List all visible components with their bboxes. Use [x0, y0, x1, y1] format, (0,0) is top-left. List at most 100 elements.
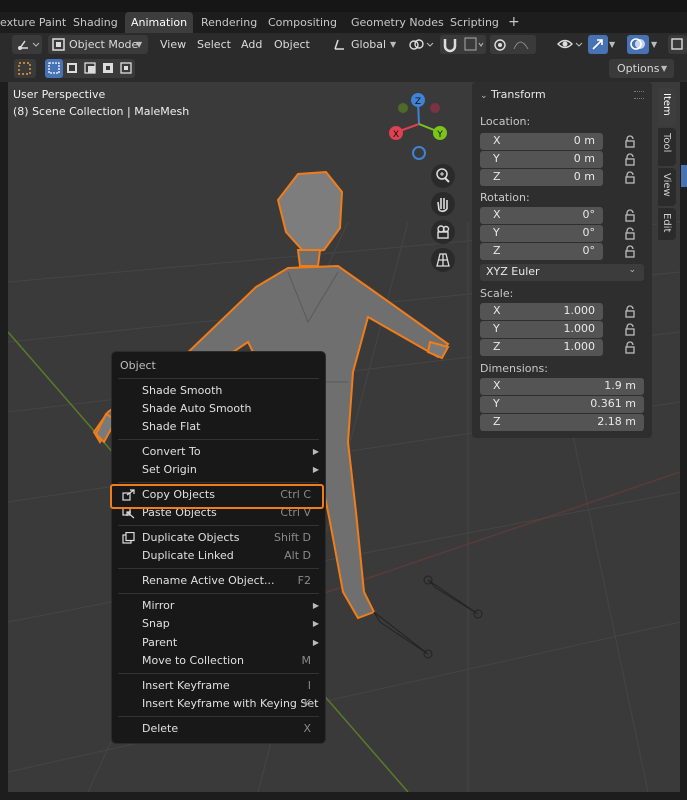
zoom-button[interactable] [431, 164, 455, 188]
sidebar-tab-item[interactable]: Item [658, 88, 676, 126]
scale-y-field[interactable]: Y 1.000 [480, 321, 603, 338]
menu-item-duplicate-linked[interactable]: Duplicate Linked Alt D [112, 547, 325, 565]
sidebar-tab-view[interactable]: View [658, 168, 676, 206]
menu-item-delete[interactable]: Delete X [112, 720, 325, 738]
menu-separator [118, 673, 319, 674]
axis-label: Z [493, 415, 501, 428]
lock-icon[interactable] [623, 135, 637, 149]
lock-icon[interactable] [623, 171, 637, 185]
options-dropdown[interactable]: Options ▼ [609, 59, 674, 78]
overlays-toggle[interactable] [627, 35, 649, 54]
lock-icon[interactable] [623, 153, 637, 167]
xray-toggle[interactable] [668, 35, 687, 54]
chevron-down-icon[interactable]: ▼ [609, 35, 623, 54]
menu-item-shade-auto-smooth[interactable]: Shade Auto Smooth [112, 400, 325, 418]
menu-item-convert-to[interactable]: Convert To ▶ [112, 443, 325, 461]
region-scroll-indicator[interactable] [681, 165, 687, 187]
menu-item-move-to-collection[interactable]: Move to Collection M [112, 652, 325, 670]
menu-item-shade-flat[interactable]: Shade Flat [112, 418, 325, 436]
menu-title: Object [120, 359, 156, 372]
scale-z-field[interactable]: Z 1.000 [480, 339, 603, 356]
rotation-y-field[interactable]: Y 0° [480, 225, 603, 242]
panel-title: Transform [491, 88, 546, 101]
tab-animation[interactable]: Animation [125, 12, 194, 33]
proportional-icon [494, 39, 529, 51]
menu-item-set-origin[interactable]: Set Origin ▶ [112, 461, 325, 479]
lock-icon[interactable] [623, 341, 637, 355]
select-box-icon [18, 62, 31, 75]
editor-type-button[interactable] [12, 35, 42, 54]
lock-icon[interactable] [623, 305, 637, 319]
menu-separator [118, 593, 319, 594]
chevron-down-icon: ▼ [661, 64, 668, 73]
dimensions-x-field[interactable]: X 1.9 m [480, 378, 644, 395]
snap-toggle[interactable] [440, 35, 486, 54]
dimensions-y-field[interactable]: Y 0.361 m [480, 396, 644, 413]
menu-item-parent[interactable]: Parent ▶ [112, 634, 325, 652]
visibility-dropdown[interactable] [555, 35, 585, 54]
rotation-mode-dropdown[interactable]: XYZ Euler ⌄ [480, 264, 644, 281]
menu-item-label: Snap [142, 617, 170, 630]
menu-item-insert-keyframe[interactable]: Insert Keyframe I [112, 677, 325, 695]
proportional-edit-toggle[interactable] [490, 35, 536, 54]
mode-dropdown[interactable]: Object Mode ▼ [48, 35, 148, 54]
camera-view-button[interactable] [431, 220, 455, 244]
transform-panel: ⌄ Transform Location: X 0 m Y 0 m Z 0 m Rot… [472, 82, 652, 438]
tab-compositing[interactable]: Compositing [268, 12, 337, 33]
sidebar-tab-tool[interactable]: Tool [658, 128, 676, 166]
menu-item-mirror[interactable]: Mirror ▶ [112, 597, 325, 615]
menu-item-insert-keyframe-keying-set[interactable]: Insert Keyframe with Keying Set K [112, 695, 325, 713]
gizmo-toggle[interactable] [588, 35, 608, 54]
chevron-down-icon[interactable]: ▼ [651, 35, 665, 54]
selection-mode-icons[interactable] [45, 59, 135, 78]
menu-object[interactable]: Object [274, 35, 310, 54]
tab-geometry-nodes[interactable]: Geometry Nodes [351, 12, 444, 33]
axis-label: X [493, 304, 501, 317]
menu-item-rename-active-object[interactable]: Rename Active Object... F2 [112, 572, 325, 590]
sidebar-tab-edit[interactable]: Edit [658, 208, 676, 240]
axis-label: Y [493, 226, 500, 239]
location-x-field[interactable]: X 0 m [480, 133, 603, 150]
menu-add[interactable]: Add [241, 35, 262, 54]
dimensions-z-field[interactable]: Z 2.18 m [480, 414, 644, 431]
menu-separator [118, 525, 319, 526]
title-strip [0, 0, 687, 12]
location-label: Location: [480, 115, 531, 128]
pan-button[interactable] [431, 192, 455, 216]
menu-separator [118, 568, 319, 569]
menu-item-label: Insert Keyframe [142, 679, 230, 692]
pivot-dropdown[interactable] [407, 35, 437, 54]
orientation-dropdown[interactable]: Global ▼ [330, 35, 402, 54]
lock-icon[interactable] [623, 227, 637, 241]
menu-select[interactable]: Select [197, 35, 231, 54]
perspective-toggle-button[interactable] [431, 248, 455, 272]
navigation-gizmo[interactable]: Z X Y [386, 90, 452, 164]
scale-x-field[interactable]: X 1.000 [480, 303, 603, 320]
axis-label: Y [493, 152, 500, 165]
location-y-field[interactable]: Y 0 m [480, 151, 603, 168]
camera-icon [437, 225, 450, 239]
lock-icon[interactable] [623, 323, 637, 337]
select-tool-button[interactable] [14, 59, 36, 78]
tab-texture-paint[interactable]: exture Paint [0, 12, 66, 33]
panel-header[interactable]: ⌄ Transform [480, 88, 546, 101]
rotation-label: Rotation: [480, 191, 530, 204]
add-workspace-button[interactable]: + [508, 12, 520, 33]
copy-objects-highlight [110, 484, 324, 509]
tab-rendering[interactable]: Rendering [201, 12, 257, 33]
menu-item-shade-smooth[interactable]: Shade Smooth [112, 382, 325, 400]
location-z-field[interactable]: Z 0 m [480, 169, 603, 186]
tab-scripting[interactable]: Scripting [450, 12, 499, 33]
menu-view[interactable]: View [160, 35, 186, 54]
drag-handle-icon[interactable] [634, 91, 644, 99]
lock-icon[interactable] [623, 209, 637, 223]
rotation-z-field[interactable]: Z 0° [480, 243, 603, 260]
rotation-x-field[interactable]: X 0° [480, 207, 603, 224]
lock-icon[interactable] [623, 245, 637, 259]
tab-shading[interactable]: Shading [73, 12, 118, 33]
menu-item-snap[interactable]: Snap ▶ [112, 615, 325, 633]
axis-label: X [493, 379, 501, 392]
menu-item-duplicate-objects[interactable]: Duplicate Objects Shift D [112, 529, 325, 547]
armature[interactable] [373, 575, 483, 659]
submenu-arrow-icon: ▶ [312, 638, 319, 647]
